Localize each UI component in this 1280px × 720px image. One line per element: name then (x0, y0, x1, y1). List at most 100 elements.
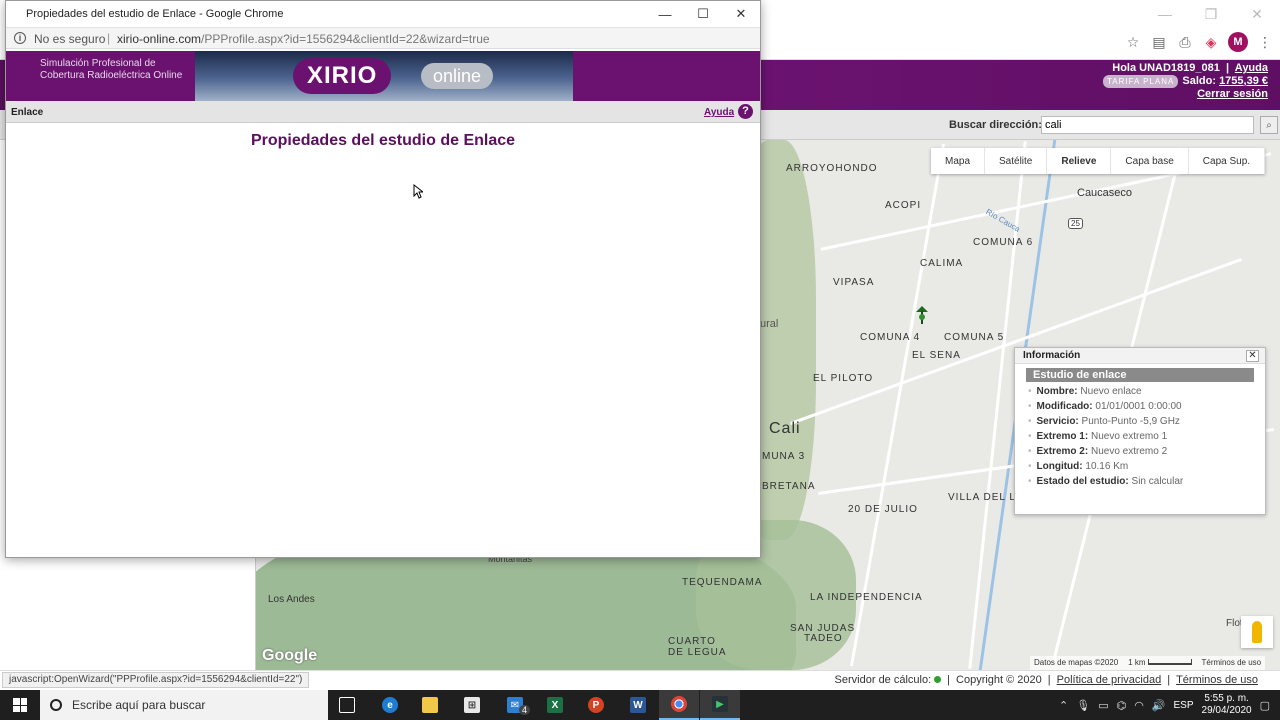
copyright: Copyright © 2020 (956, 674, 1042, 686)
extension-icon[interactable]: ◈ (1202, 33, 1220, 51)
taskbar-word[interactable]: W (618, 690, 658, 720)
info-panel-header[interactable]: Información ✕ (1015, 348, 1265, 364)
header-help-link[interactable]: Ayuda (1235, 62, 1268, 74)
help-link[interactable]: Ayuda (704, 107, 734, 118)
background-window-controls: — ❐ ✕ (1142, 0, 1280, 28)
site-info-icon[interactable]: i (14, 32, 26, 44)
menu-kebab-icon[interactable]: ⋮ (1256, 33, 1274, 51)
balance-label: Saldo: (1182, 75, 1216, 87)
map-label: TEQUENDAMA (682, 577, 763, 588)
windows-taskbar: Escribe aquí para buscar e ⊞ ✉ 4 X P W ▶ … (0, 690, 1280, 720)
app-arrow-icon: ▶ (712, 696, 728, 712)
map-label: TADEO (804, 633, 843, 644)
search-icon (50, 699, 62, 711)
network-icon[interactable]: ⌬ (1117, 699, 1127, 712)
online-logo: online (421, 63, 494, 89)
close-icon[interactable]: ✕ (1234, 0, 1280, 28)
close-icon[interactable]: ✕ (722, 1, 760, 27)
user-greeting: Hola UNAD1819_081 (1112, 62, 1220, 74)
taskbar-search[interactable]: Escribe aquí para buscar (40, 690, 328, 720)
battery-icon[interactable]: ▭ (1098, 699, 1108, 712)
street-view-pegman-icon[interactable] (1241, 616, 1273, 648)
terms-link[interactable]: Términos de uso (1176, 674, 1258, 686)
map-type-capa-sup[interactable]: Capa Sup. (1189, 148, 1266, 174)
clock[interactable]: 5:55 p. m. 29/04/2020 (1202, 693, 1252, 717)
map-footer: Datos de mapas ©2020 1 km Términos de us… (1030, 656, 1266, 670)
section-label: Enlace (11, 107, 44, 118)
server-ok-icon (934, 676, 942, 683)
popup-subbar (6, 101, 760, 123)
balance-value[interactable]: 1755,39 € (1219, 75, 1268, 87)
map-label: VILLA DEL LA (948, 492, 1024, 503)
transmitter-pin-icon[interactable] (916, 306, 928, 326)
wifi-icon[interactable]: ◠ (1134, 699, 1144, 712)
task-view-icon (339, 697, 355, 713)
map-type-mapa[interactable]: Mapa (931, 148, 986, 174)
mail-badge: 4 (519, 705, 531, 715)
info-row: Extremo 1: Nuevo extremo 1 (1028, 429, 1265, 444)
map-label: LA INDEPENDENCIA (810, 592, 923, 603)
excel-icon: X (547, 697, 563, 713)
profile-avatar[interactable]: M (1228, 32, 1248, 52)
help-icon[interactable]: ? (738, 104, 753, 119)
powerpoint-icon: P (588, 697, 604, 713)
popup-window: Propiedades del estudio de Enlace - Goog… (5, 0, 761, 558)
taskbar-store[interactable]: ⊞ (452, 690, 492, 720)
taskbar-edge[interactable]: e (370, 690, 410, 720)
start-button[interactable] (0, 690, 40, 720)
popup-url[interactable]: xirio-online.com/PPProfile.aspx?id=15562… (117, 32, 490, 46)
taskbar-app[interactable]: ▶ (700, 690, 740, 720)
map-scale: 1 km (1128, 658, 1192, 668)
map-label: ARROYOHONDO (786, 163, 878, 174)
map-label: ACOPI (885, 200, 922, 211)
security-label: No es seguro (34, 32, 106, 46)
map-label: COMUNA 4 (860, 332, 921, 343)
map-label: EL SENA (912, 350, 961, 361)
store-icon: ⊞ (464, 697, 480, 713)
map-label: Caucaseco (1077, 187, 1133, 199)
taskbar-excel[interactable]: X (535, 690, 575, 720)
close-icon[interactable]: ✕ (1246, 350, 1259, 362)
info-row: Servicio: Punto-Punto -5,9 GHz (1028, 414, 1265, 429)
info-panel: Información ✕ Estudio de enlace Nombre: … (1014, 347, 1266, 515)
maximize-icon[interactable]: ☐ (684, 1, 722, 27)
notifications-icon[interactable]: ▢ (1260, 699, 1270, 712)
privacy-link[interactable]: Política de privacidad (1057, 674, 1162, 686)
logout-link[interactable]: Cerrar sesión (1197, 88, 1268, 100)
map-label: EL PILOTO (813, 373, 874, 384)
map-type-relieve[interactable]: Relieve (1047, 148, 1112, 174)
map-type-capa-base[interactable]: Capa base (1111, 148, 1189, 174)
minimize-icon[interactable]: — (1142, 0, 1188, 28)
banner-tagline: Simulación Profesional de Cobertura Radi… (40, 58, 183, 81)
popup-titlebar[interactable]: Propiedades del estudio de Enlace - Goog… (6, 1, 760, 27)
road (850, 143, 945, 667)
map-label: CUARTO (668, 636, 716, 647)
map-label: Los Andes (268, 594, 315, 605)
microphone-icon[interactable]: 🎙 (1076, 699, 1090, 712)
task-view-button[interactable] (327, 690, 367, 720)
minimize-icon[interactable]: — (646, 1, 684, 27)
map-label: DE LEGUA (668, 647, 727, 658)
volume-icon[interactable]: 🔊 (1152, 699, 1166, 712)
footer-info: Servidor de cálculo: | Copyright © 2020 … (834, 674, 1258, 686)
taskbar-explorer[interactable] (410, 690, 450, 720)
tariff-badge: TARIFA PLANA (1102, 75, 1179, 88)
map-type-satelite[interactable]: Satélite (985, 148, 1048, 174)
clock-time: 5:55 p. m. (1204, 693, 1249, 704)
map-label: 20 DE JULIO (848, 504, 918, 515)
language-indicator[interactable]: ESP (1174, 700, 1194, 711)
taskbar-powerpoint[interactable]: P (576, 690, 616, 720)
taskbar-mail[interactable]: ✉ 4 (495, 690, 535, 720)
map-terms-link[interactable]: Términos de uso (1202, 658, 1262, 668)
chevron-up-icon[interactable]: ⌃ (1059, 699, 1068, 712)
info-row: Estado del estudio: Sin calcular (1028, 474, 1265, 489)
maximize-icon[interactable]: ❐ (1188, 0, 1234, 28)
address-search-input[interactable] (1041, 116, 1254, 134)
search-icon[interactable]: ⌕ (1260, 116, 1278, 134)
print-icon[interactable]: ⎙ (1176, 33, 1194, 51)
map-label: ural (760, 318, 779, 330)
bookmark-star-icon[interactable]: ☆ (1124, 33, 1142, 51)
taskbar-chrome[interactable] (659, 690, 699, 720)
map-label: BRETANA (762, 481, 816, 492)
page-icon[interactable]: ▤ (1150, 33, 1168, 51)
